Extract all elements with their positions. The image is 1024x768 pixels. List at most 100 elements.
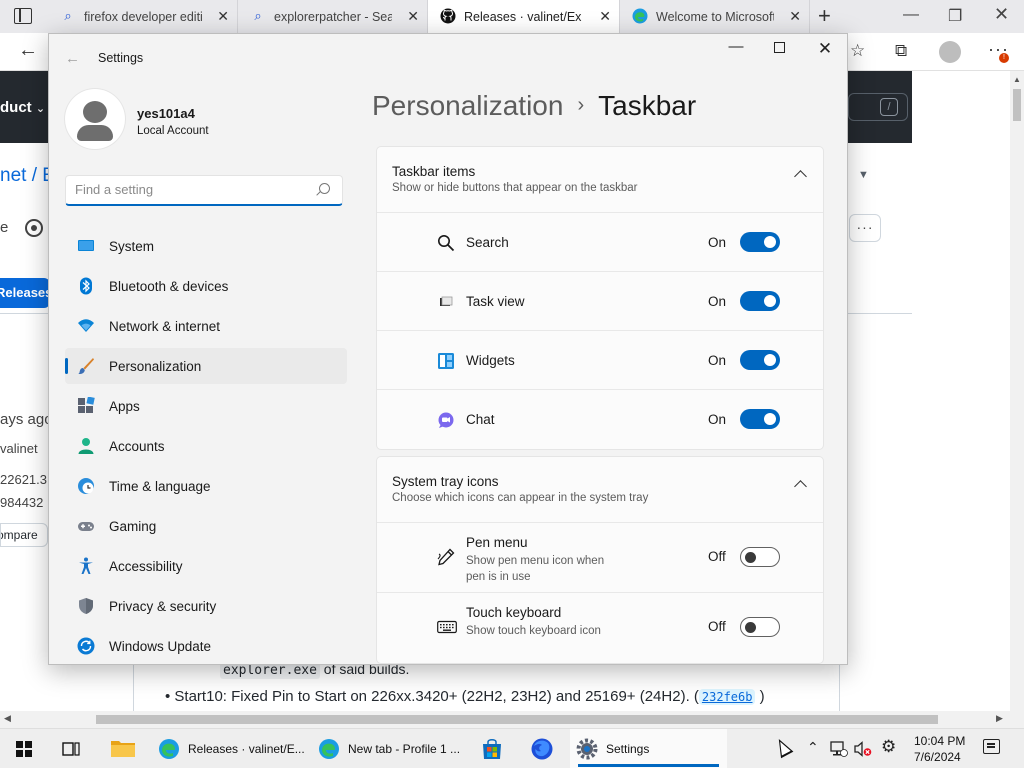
search-icon (319, 183, 330, 194)
breadcrumb-parent[interactable]: Personalization (372, 90, 563, 121)
nav-item-personalization[interactable]: Personalization (65, 348, 347, 384)
search-toggle[interactable] (740, 232, 780, 252)
user-avatar[interactable] (65, 89, 125, 149)
close-icon[interactable]: ✕ (994, 4, 1009, 25)
profile-account-type: Local Account (137, 125, 209, 137)
task-view-toggle[interactable] (740, 291, 780, 311)
scroll-right-icon[interactable]: ▶ (996, 713, 1003, 724)
release-tag[interactable]: 22621.3 (0, 472, 47, 487)
system-icon (78, 240, 94, 251)
nav-item-bluetooth[interactable]: Bluetooth & devices (65, 268, 347, 304)
caret-down-icon[interactable]: ▼ (858, 169, 869, 181)
close-icon[interactable]: ✕ (810, 39, 840, 59)
scroll-up-icon[interactable]: ▲ (1013, 75, 1021, 84)
gear-icon[interactable]: ⚙ (881, 737, 896, 757)
issue-icon[interactable] (25, 219, 43, 237)
system-tray-header[interactable]: System tray icons Choose which icons can… (377, 457, 823, 523)
touch-keyboard-toggle[interactable] (740, 617, 780, 637)
widgets-toggle[interactable] (740, 350, 780, 370)
browser-tab-2[interactable]: ⌕ explorerpatcher - Searc ✕ (238, 0, 428, 33)
taskbar-item-search: Search On (377, 213, 823, 272)
task-view-icon (440, 296, 453, 306)
commit-link[interactable]: 232fe6b (698, 689, 756, 705)
taskbar-item-task-view: Task view On (377, 272, 823, 331)
chevron-right-icon: › (577, 94, 585, 116)
browser-tab-3[interactable]: Releases · valinet/Explo ✕ (428, 0, 620, 33)
taskbar-items-header[interactable]: Taskbar items Show or hide buttons that … (377, 147, 823, 213)
nav-item-system[interactable]: System (65, 228, 347, 264)
browser-tab-4[interactable]: Welcome to Microsoft E ✕ (620, 0, 810, 33)
volume-muted-icon[interactable] (854, 741, 872, 757)
back-arrow-icon[interactable]: ← (65, 50, 80, 67)
browser-tab-1[interactable]: ⌕ firefox developer editio ✕ (48, 0, 238, 33)
minimize-icon[interactable]: — (721, 38, 751, 55)
github-search-box[interactable] (848, 93, 908, 121)
close-icon[interactable]: ✕ (789, 8, 801, 24)
nav-item-windows-update[interactable]: Windows Update (65, 628, 347, 664)
collections-icon[interactable]: ⧉ (895, 41, 907, 61)
scroll-left-icon[interactable]: ◀ (4, 713, 11, 724)
slash-key-icon: / (880, 98, 898, 116)
back-arrow-icon[interactable]: ← (18, 39, 38, 62)
find-setting-input[interactable] (75, 182, 315, 197)
scrollbar-thumb[interactable] (1013, 89, 1021, 121)
close-icon[interactable]: ✕ (407, 8, 419, 24)
close-icon[interactable]: ✕ (599, 8, 611, 24)
horizontal-scrollbar[interactable]: ◀ ▶ (0, 711, 1010, 728)
chat-icon (438, 412, 454, 428)
nav-item-privacy[interactable]: Privacy & security (65, 588, 347, 624)
firefox-icon[interactable] (530, 737, 554, 761)
maximize-icon[interactable] (774, 42, 785, 53)
taskbar-item-widgets: Widgets On (377, 331, 823, 390)
keyboard-icon (437, 620, 457, 634)
releases-button[interactable]: Releases (0, 278, 50, 308)
update-icon (77, 637, 95, 655)
taskbar-app-edge-releases[interactable]: Releases · valinet/E... (152, 729, 305, 768)
chevron-up-icon[interactable]: ⌃ (807, 739, 819, 756)
compare-button[interactable]: ompare (0, 523, 48, 547)
nav-fragment: e (0, 219, 9, 236)
task-view-icon[interactable] (62, 740, 80, 758)
find-setting-box[interactable] (65, 175, 343, 206)
network-icon[interactable] (830, 741, 848, 757)
taskbar-item-chat: Chat On (377, 390, 823, 449)
search-icon (438, 235, 455, 252)
pen-menu-toggle[interactable] (740, 547, 780, 567)
nav-item-network[interactable]: Network & internet (65, 308, 347, 344)
nav-item-accounts[interactable]: Accounts (65, 428, 347, 464)
release-age: ays ago (0, 411, 53, 428)
widgets-icon (438, 353, 454, 369)
more-options-button[interactable]: ··· (849, 214, 881, 242)
apps-icon (78, 397, 95, 413)
favorite-star-icon[interactable]: ☆ (850, 41, 865, 61)
close-icon[interactable]: ✕ (217, 8, 229, 24)
repo-path[interactable]: net / E (0, 165, 55, 187)
taskbar-app-edge-newtab[interactable]: New tab - Profile 1 ... (312, 729, 464, 768)
file-explorer-icon[interactable] (110, 737, 136, 759)
chat-toggle[interactable] (740, 409, 780, 429)
taskbar-app-settings[interactable]: Settings (570, 729, 727, 768)
product-menu[interactable]: duct ⌄ (0, 99, 45, 116)
nav-item-gaming[interactable]: Gaming (65, 508, 347, 544)
network-icon (78, 319, 94, 332)
nav-item-time-language[interactable]: Time & language (65, 468, 347, 504)
time-language-icon (78, 478, 94, 494)
release-commit[interactable]: 984432 (0, 495, 43, 510)
restore-icon[interactable]: ❐ (948, 6, 962, 26)
store-icon[interactable] (480, 737, 504, 761)
nav-item-accessibility[interactable]: Accessibility (65, 548, 347, 584)
accessibility-icon (79, 557, 93, 574)
notification-center-icon[interactable] (983, 739, 1000, 754)
tab-actions-icon[interactable] (14, 8, 32, 24)
new-tab-button[interactable]: + (818, 4, 831, 28)
page-title: Taskbar (598, 90, 697, 121)
taskbar-clock[interactable]: 10:04 PM 7/6/2024 (914, 733, 965, 765)
profile-avatar-icon[interactable] (939, 41, 961, 63)
windows-start-icon[interactable] (16, 741, 32, 757)
nav-item-apps[interactable]: Apps (65, 388, 347, 424)
minimize-icon[interactable]: — (903, 6, 919, 24)
windows-taskbar: Releases · valinet/E... New tab - Profil… (0, 728, 1024, 768)
scrollbar-thumb[interactable] (96, 715, 938, 724)
vertical-scrollbar[interactable]: ▲ (1010, 71, 1024, 728)
release-author[interactable]: valinet (0, 441, 38, 456)
